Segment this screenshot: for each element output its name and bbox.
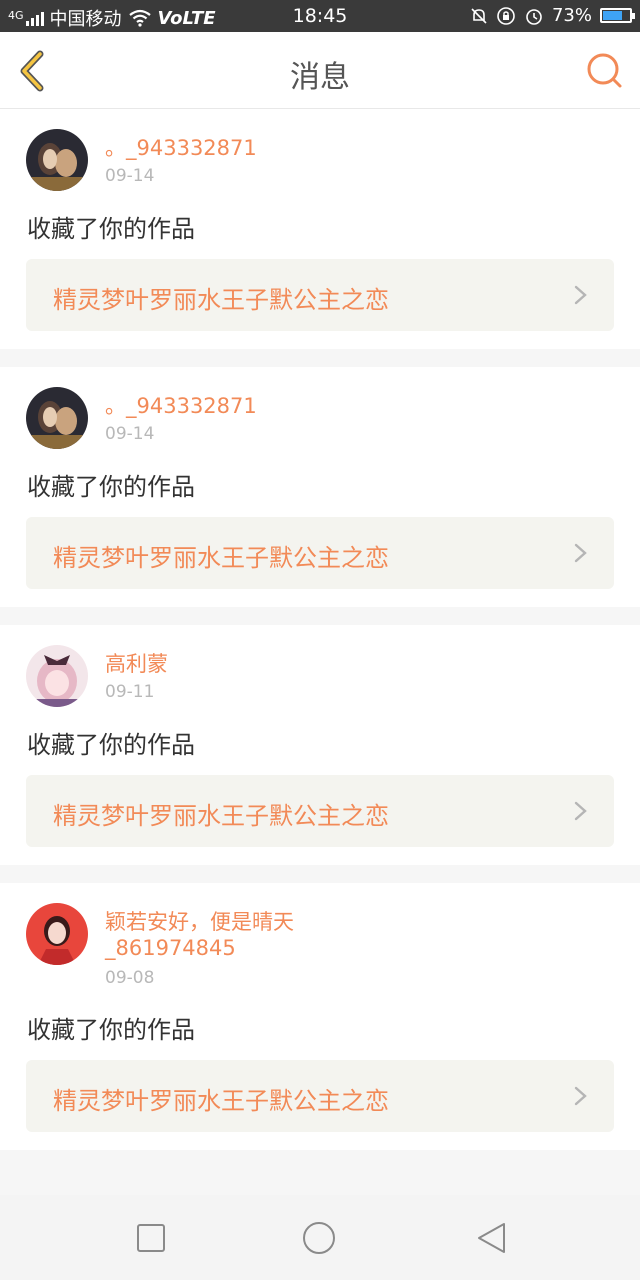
message-date: 09-14 — [105, 166, 155, 186]
work-link[interactable]: 精灵梦叶罗丽水王子默公主之恋 — [26, 259, 614, 331]
home-icon[interactable] — [302, 1221, 336, 1255]
avatar[interactable] — [26, 129, 88, 191]
chevron-right-icon — [574, 543, 587, 563]
battery-level — [603, 11, 622, 20]
user-name[interactable]: 。_943332871 — [105, 135, 345, 161]
work-title: 精灵梦叶罗丽水王子默公主之恋 — [53, 544, 389, 572]
alarm-icon — [526, 8, 542, 25]
search-icon — [587, 53, 622, 88]
chevron-right-icon — [574, 1086, 587, 1106]
message-card: 高利蒙 09-11 收藏了你的作品 精灵梦叶罗丽水王子默公主之恋 — [0, 625, 640, 865]
message-card: 。_943332871 09-14 收藏了你的作品 精灵梦叶罗丽水王子默公主之恋 — [0, 109, 640, 349]
work-title: 精灵梦叶罗丽水王子默公主之恋 — [53, 802, 389, 830]
status-bar: 4G 中国移动 VoLTE 18:45 73% — [0, 0, 640, 32]
avatar[interactable] — [26, 645, 88, 707]
recent-apps-icon[interactable] — [134, 1221, 168, 1255]
message-date: 09-11 — [105, 682, 155, 702]
user-name[interactable]: 高利蒙 — [105, 651, 345, 677]
work-link[interactable]: 精灵梦叶罗丽水王子默公主之恋 — [26, 517, 614, 589]
avatar[interactable] — [26, 903, 88, 965]
work-link[interactable]: 精灵梦叶罗丽水王子默公主之恋 — [26, 775, 614, 847]
work-title: 精灵梦叶罗丽水王子默公主之恋 — [53, 286, 389, 314]
page-title: 消息 — [290, 60, 350, 95]
app-header: 消息 — [0, 32, 640, 109]
message-card: 颖若安好，便是晴天_861974845 09-08 收藏了你的作品 精灵梦叶罗丽… — [0, 883, 640, 1150]
message-action: 收藏了你的作品 — [27, 731, 195, 759]
avatar[interactable] — [26, 387, 88, 449]
chevron-right-icon — [574, 801, 587, 821]
battery-percent: 73% — [551, 5, 592, 26]
message-action: 收藏了你的作品 — [27, 1016, 195, 1044]
status-right: 73% — [470, 5, 635, 26]
system-nav-bar — [0, 1195, 640, 1280]
battery-icon — [600, 8, 635, 23]
message-list: 。_943332871 09-14 收藏了你的作品 精灵梦叶罗丽水王子默公主之恋… — [0, 109, 640, 1168]
message-card: 。_943332871 09-14 收藏了你的作品 精灵梦叶罗丽水王子默公主之恋 — [0, 367, 640, 607]
search-button[interactable] — [584, 50, 626, 92]
message-action: 收藏了你的作品 — [27, 215, 195, 243]
work-title: 精灵梦叶罗丽水王子默公主之恋 — [53, 1087, 389, 1115]
mute-icon — [471, 7, 487, 24]
message-date: 09-08 — [105, 968, 155, 988]
message-action: 收藏了你的作品 — [27, 473, 195, 501]
work-link[interactable]: 精灵梦叶罗丽水王子默公主之恋 — [26, 1060, 614, 1132]
rotation-lock-icon — [497, 6, 515, 25]
chevron-right-icon — [574, 285, 587, 305]
user-name[interactable]: 颖若安好，便是晴天_861974845 — [105, 909, 315, 961]
back-icon[interactable] — [474, 1221, 508, 1255]
message-date: 09-14 — [105, 424, 155, 444]
user-name[interactable]: 。_943332871 — [105, 393, 345, 419]
